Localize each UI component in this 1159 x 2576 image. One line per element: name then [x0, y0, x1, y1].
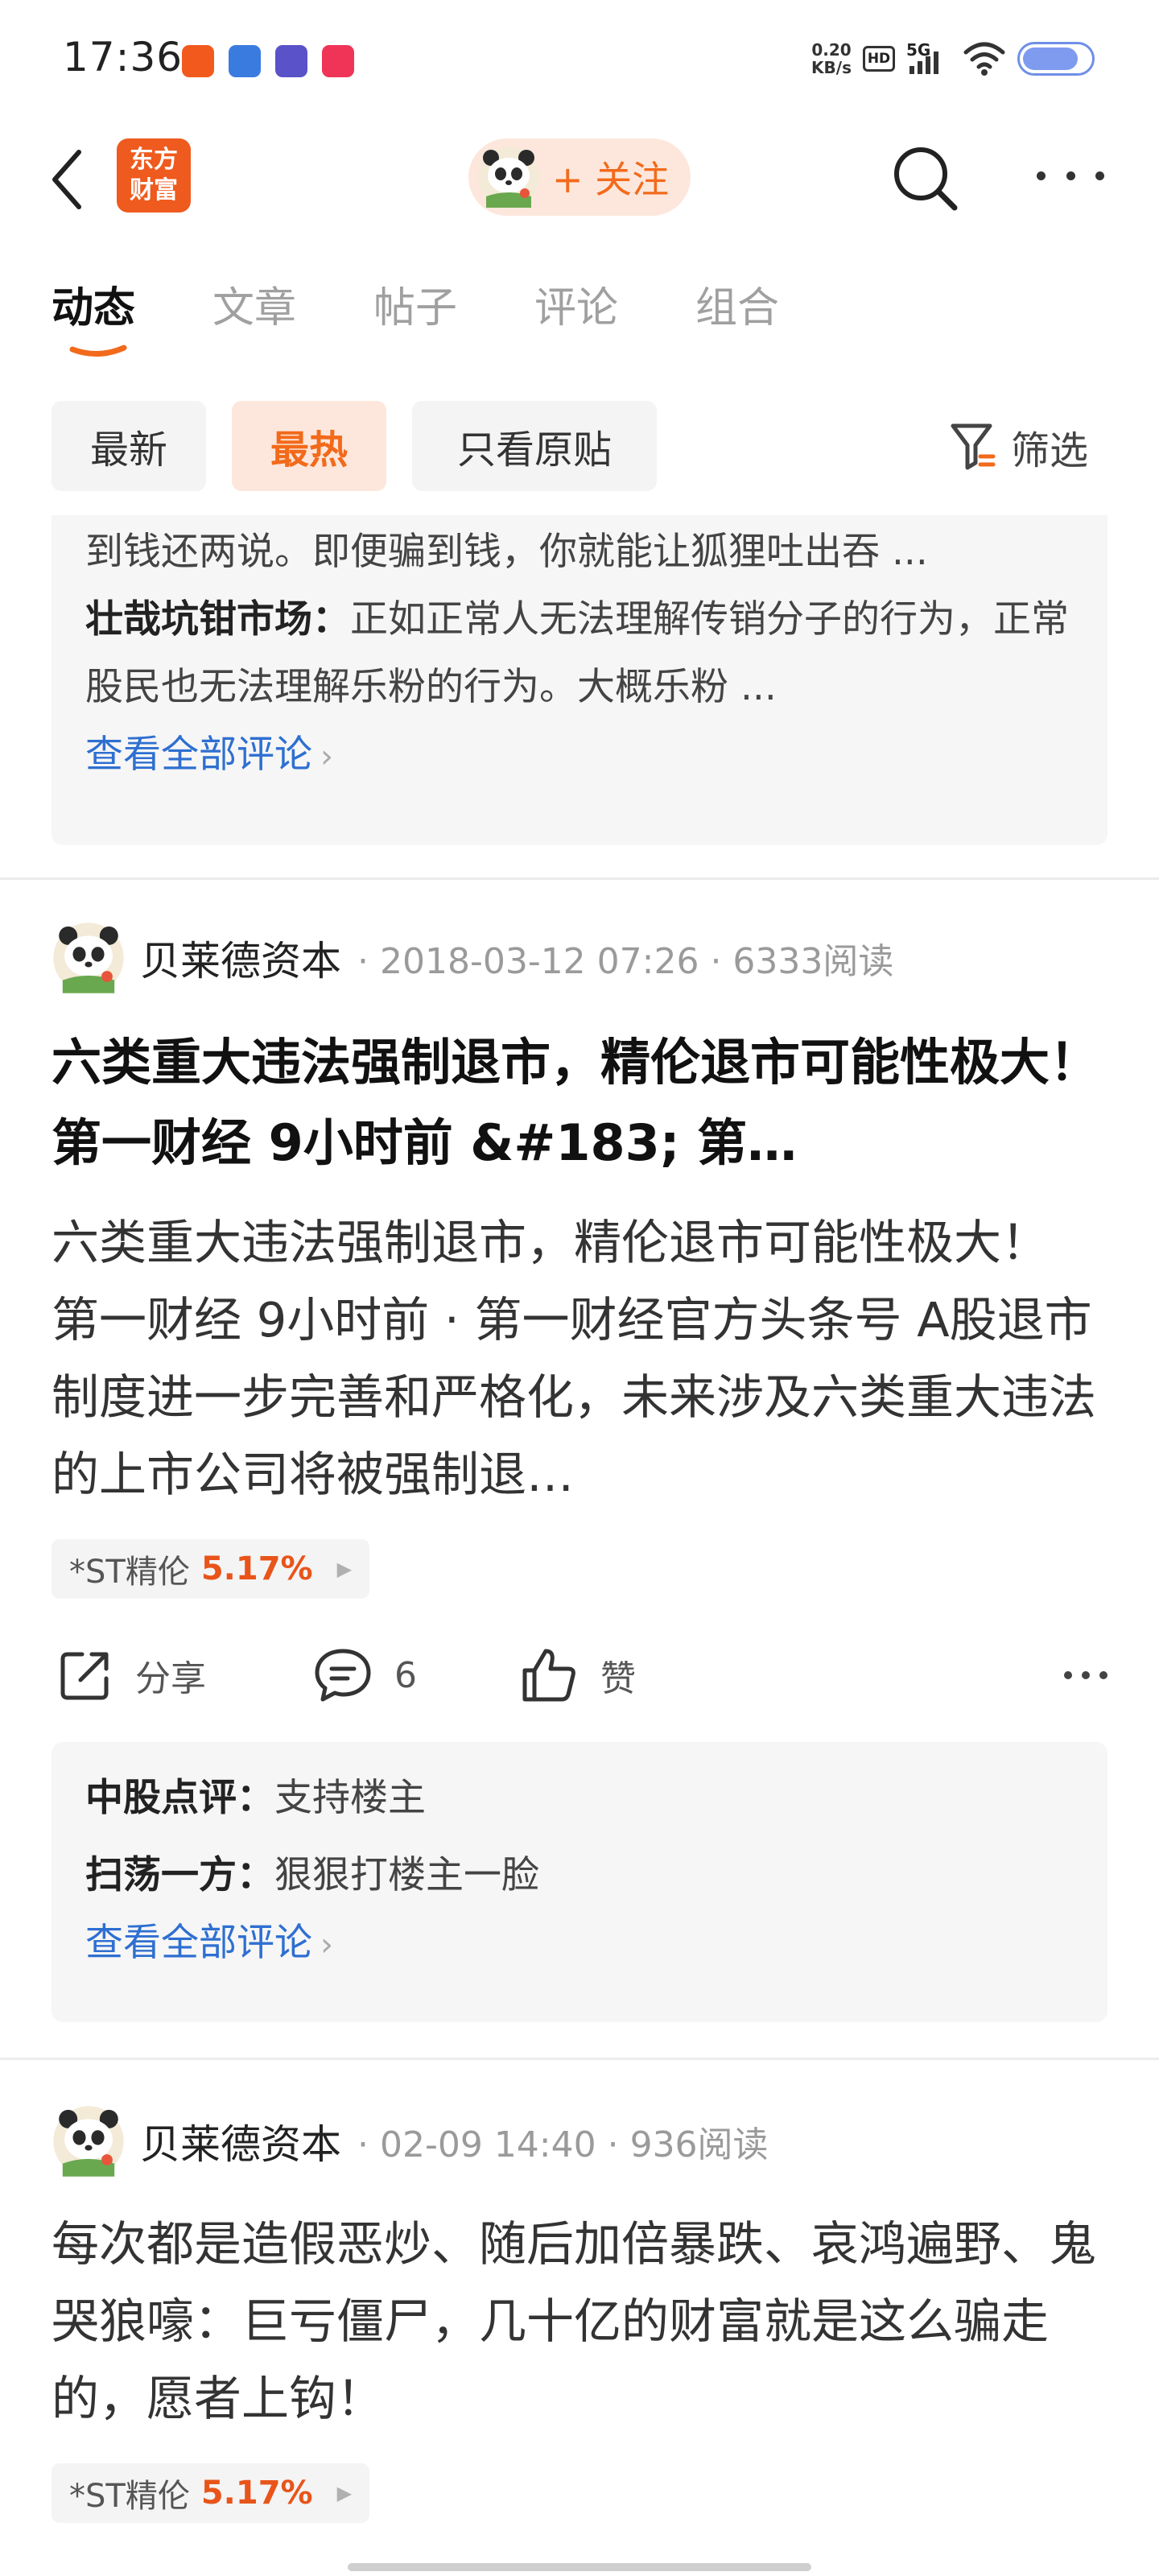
search-icon — [894, 147, 958, 211]
back-button[interactable] — [47, 143, 95, 216]
tab-portfolios[interactable]: 组合 — [695, 274, 779, 334]
comment-item: 壮哉坑钳市场：正如正常人无法理解传销分子的行为，正常股民也无法理解乐粉的行为。大… — [85, 586, 1074, 721]
thumbs-up-icon — [522, 1649, 575, 1702]
play-arrow-icon: ▶ — [336, 2482, 353, 2504]
home-indicator[interactable] — [348, 2563, 811, 2571]
stock-change: 5.17% — [200, 1550, 313, 1587]
author-name[interactable]: 贝莱德资本 — [140, 2112, 341, 2170]
status-indicators: 0.20 KB/s HD 5G — [811, 40, 1095, 77]
post-body[interactable]: 六类重大违法强制退市，精伦退市可能性极大！ 第一财经 9小时前 · 第一财经官方… — [52, 1204, 1107, 1513]
chevron-right-icon: › — [320, 1926, 333, 1963]
tab-comments[interactable]: 评论 — [534, 274, 618, 334]
stock-name: *ST精伦 — [69, 2478, 190, 2515]
more-dot-icon — [1099, 1671, 1107, 1679]
filter-label: 筛选 — [1011, 428, 1089, 473]
share-button[interactable]: 分享 — [56, 1639, 206, 1711]
app-logo: 东方 财富 — [117, 138, 191, 213]
top-nav-bar: 东方 财富 + 关注 — [0, 121, 1159, 242]
search-button[interactable] — [889, 142, 963, 216]
filter-button[interactable]: 筛选 — [950, 419, 1088, 475]
stock-name: *ST精伦 — [69, 1554, 190, 1591]
comment-button[interactable]: 6 — [312, 1639, 417, 1711]
post-meta: · 2018-03-12 07:26 · 6333阅读 — [357, 941, 894, 982]
more-dot-icon — [1095, 171, 1104, 180]
play-arrow-icon: ▶ — [336, 1558, 353, 1580]
app-notification-icon — [229, 45, 261, 77]
tab-posts[interactable]: 帖子 — [373, 274, 457, 334]
comment-item: 扫荡一方：狠狠打楼主一脸 — [85, 1842, 1074, 1909]
app-notification-icon — [275, 45, 307, 77]
signal-icon: 5G — [906, 40, 951, 77]
comment-item: 中股点评：支持楼主 — [85, 1755, 1074, 1842]
stock-tag[interactable]: *ST精伦 5.17% ▶ — [52, 1539, 370, 1599]
avatar[interactable] — [52, 921, 126, 995]
section-divider — [0, 877, 1159, 880]
chevron-right-icon: › — [320, 738, 333, 775]
wifi-icon — [963, 42, 1005, 76]
comment-author[interactable]: 扫荡一方： — [85, 1853, 274, 1897]
avatar[interactable] — [52, 2104, 126, 2178]
post-more-button[interactable] — [1064, 1671, 1107, 1679]
stock-change: 5.17% — [200, 2475, 313, 2512]
comment-text: 到钱还两说。即便骗到钱，你就能让狐狸吐出吞 ... — [85, 530, 928, 574]
comment-author[interactable]: 壮哉坑钳市场： — [85, 597, 350, 642]
follow-label: + 关注 — [552, 158, 670, 201]
status-bar: 17:36 0.20 KB/s HD 5G — [0, 0, 1159, 121]
comment-preview-box: 到钱还两说。即便骗到钱，你就能让狐狸吐出吞 ... 壮哉坑钳市场：正如正常人无法… — [52, 515, 1107, 845]
panda-avatar-icon — [478, 147, 539, 208]
filter-hottest[interactable]: 最热 — [232, 401, 386, 491]
comment-author[interactable]: 中股点评： — [85, 1776, 274, 1820]
author-name[interactable]: 贝莱德资本 — [140, 929, 341, 987]
active-tab-indicator — [69, 345, 127, 357]
view-all-comments-link[interactable]: 查看全部评论 › — [85, 721, 1074, 791]
like-button[interactable]: 赞 — [518, 1639, 636, 1711]
app-notification-icon — [322, 45, 354, 77]
comment-preview-box: 中股点评：支持楼主 扫荡一方：狠狠打楼主一脸 查看全部评论 › — [52, 1742, 1107, 2022]
post-actions: 分享 6 赞 — [52, 1639, 1107, 1711]
post-title[interactable]: 六类重大违法强制退市，精伦退市可能性极大！ 第一财经 9小时前 &#183; 第… — [52, 1022, 1107, 1183]
tab-dynamic[interactable]: 动态 — [52, 274, 135, 334]
more-dot-icon — [1037, 171, 1046, 180]
post-meta: · 02-09 14:40 · 936阅读 — [357, 2124, 769, 2165]
filter-original-only[interactable]: 只看原贴 — [412, 401, 657, 491]
post-body[interactable]: 每次都是造假恶炒、随后加倍暴跌、哀鸿遍野、鬼哭狼嚎：巨亏僵尸，几十亿的财富就是这… — [52, 2206, 1107, 2439]
profile-tabs: 动态 文章 帖子 评论 组合 — [0, 274, 1159, 354]
follow-button[interactable]: + 关注 — [468, 138, 691, 216]
tab-articles[interactable]: 文章 — [212, 274, 296, 334]
comment-count: 6 — [394, 1654, 417, 1696]
share-icon — [60, 1652, 109, 1700]
more-dot-icon — [1066, 171, 1075, 180]
view-all-comments-link[interactable]: 查看全部评论 › — [85, 1909, 1074, 1979]
status-time: 17:36 — [63, 34, 184, 80]
chevron-left-icon — [52, 150, 81, 209]
comment-text: 狠狠打楼主一脸 — [274, 1853, 539, 1897]
sort-filter-bar: 最新 最热 只看原贴 筛选 — [0, 401, 1159, 493]
comment-text: 支持楼主 — [274, 1776, 426, 1820]
post-header: 贝莱德资本 · 02-09 14:40 · 936阅读 — [52, 2103, 769, 2180]
network-speed: 0.20 KB/s — [811, 40, 852, 77]
more-options-button[interactable] — [1030, 159, 1111, 192]
comment-icon — [315, 1649, 371, 1702]
post-header: 贝莱德资本 · 2018-03-12 07:26 · 6333阅读 — [52, 919, 893, 997]
more-dot-icon — [1082, 1671, 1090, 1679]
status-app-icons — [182, 45, 354, 77]
app-notification-icon — [182, 45, 214, 77]
more-dot-icon — [1064, 1671, 1072, 1679]
filter-icon — [951, 423, 996, 470]
battery-icon — [1017, 42, 1095, 76]
hd-icon: HD — [863, 46, 895, 72]
section-divider — [0, 2058, 1159, 2060]
filter-latest[interactable]: 最新 — [52, 401, 206, 491]
stock-tag[interactable]: *ST精伦 5.17% ▶ — [52, 2463, 370, 2523]
